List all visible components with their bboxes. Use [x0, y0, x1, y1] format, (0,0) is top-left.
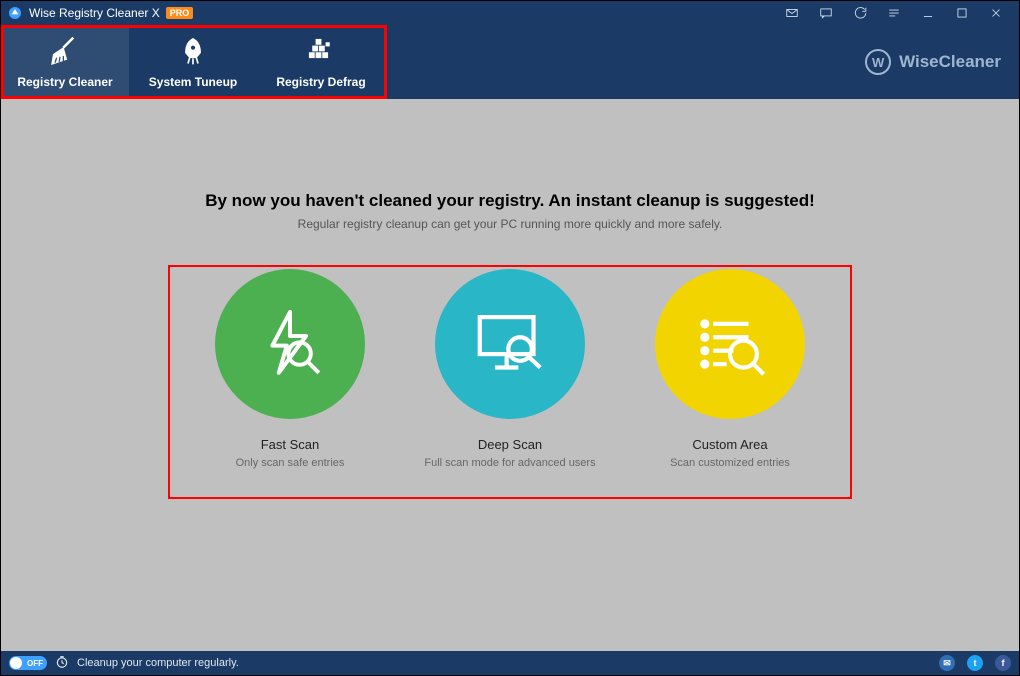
scan-desc: Full scan mode for advanced users [424, 456, 595, 470]
lightning-search-icon [250, 304, 330, 384]
scan-desc: Only scan safe entries [236, 456, 345, 470]
main-content: By now you haven't cleaned your registry… [1, 99, 1019, 651]
close-icon[interactable] [979, 1, 1013, 25]
custom-area-button[interactable] [655, 269, 805, 419]
rocket-icon [178, 35, 208, 67]
schedule-toggle[interactable]: OFF [9, 656, 47, 670]
scan-card-custom: Custom Area Scan customized entries [630, 269, 830, 470]
brand-name: WiseCleaner [899, 52, 1001, 72]
minimize-icon[interactable] [911, 1, 945, 25]
scan-desc: Scan customized entries [670, 456, 790, 470]
tab-label: Registry Cleaner [17, 75, 112, 89]
tab-label: System Tuneup [149, 75, 237, 89]
status-bar: OFF Cleanup your computer regularly. ✉ t… [1, 651, 1019, 675]
scan-title: Deep Scan [478, 437, 542, 452]
brand-mark-icon: W [865, 49, 891, 75]
monitor-search-icon [468, 302, 552, 386]
maximize-icon[interactable] [945, 1, 979, 25]
pro-badge: PRO [166, 7, 194, 19]
fast-scan-button[interactable] [215, 269, 365, 419]
tab-label: Registry Defrag [276, 75, 365, 89]
app-icon [7, 5, 23, 21]
scan-card-deep: Deep Scan Full scan mode for advanced us… [410, 269, 610, 470]
scan-options: Fast Scan Only scan safe entries Deep Sc… [190, 269, 830, 470]
tab-system-tuneup[interactable]: System Tuneup [129, 25, 257, 99]
list-search-icon [688, 302, 772, 386]
footer-message: Cleanup your computer regularly. [77, 657, 239, 669]
brand-logo[interactable]: W WiseCleaner [865, 25, 1001, 99]
headline-text: By now you haven't cleaned your registry… [205, 191, 815, 211]
scan-title: Fast Scan [261, 437, 320, 452]
window-title: Wise Registry Cleaner X [29, 6, 160, 20]
refresh-icon[interactable] [843, 1, 877, 25]
social-twitter-icon[interactable]: t [967, 655, 983, 671]
main-tabs: Registry Cleaner System Tuneup Registry … [1, 25, 1019, 99]
deep-scan-button[interactable] [435, 269, 585, 419]
title-bar: Wise Registry Cleaner X PRO [1, 1, 1019, 25]
social-mail-icon[interactable]: ✉ [939, 655, 955, 671]
feedback-icon[interactable] [809, 1, 843, 25]
defrag-icon [306, 35, 336, 67]
scan-title: Custom Area [692, 437, 767, 452]
menu-icon[interactable] [877, 1, 911, 25]
toggle-label: OFF [27, 659, 43, 668]
social-facebook-icon[interactable]: f [995, 655, 1011, 671]
tab-registry-defrag[interactable]: Registry Defrag [257, 25, 385, 99]
tab-registry-cleaner[interactable]: Registry Cleaner [1, 25, 129, 99]
scan-card-fast: Fast Scan Only scan safe entries [190, 269, 390, 470]
clock-icon [55, 655, 69, 672]
mail-icon[interactable] [775, 1, 809, 25]
broom-icon [48, 35, 82, 67]
app-window: Wise Registry Cleaner X PRO Registry Cle… [0, 0, 1020, 676]
subline-text: Regular registry cleanup can get your PC… [298, 217, 723, 231]
